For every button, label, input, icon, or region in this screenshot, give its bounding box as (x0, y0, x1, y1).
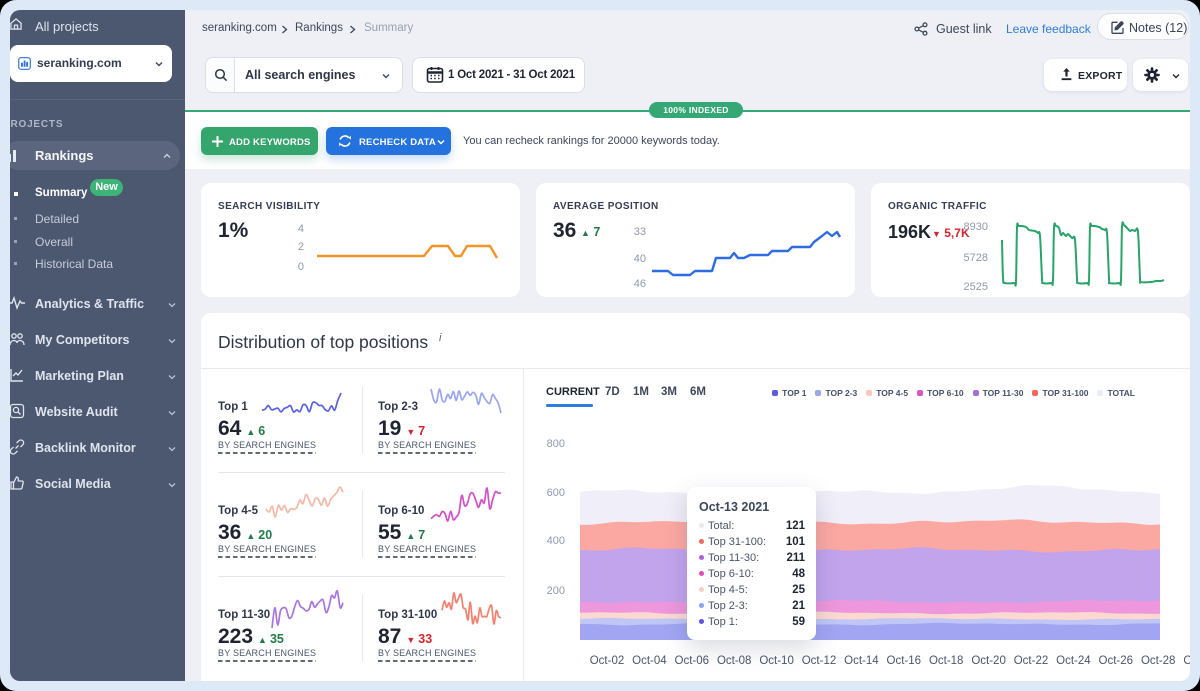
svg-text:4: 4 (298, 223, 304, 235)
svg-text:40: 40 (634, 253, 646, 265)
svg-text:0: 0 (298, 261, 304, 273)
svg-text:5728: 5728 (964, 252, 988, 264)
svg-text:Oct-10: Oct-10 (759, 655, 794, 667)
svg-text:Oct-16: Oct-16 (887, 655, 922, 667)
svg-text:Oct-02: Oct-02 (590, 655, 625, 667)
svg-text:2: 2 (298, 241, 304, 253)
svg-text:Oct-20: Oct-20 (971, 655, 1006, 667)
svg-text:400: 400 (547, 535, 565, 547)
svg-text:2525: 2525 (964, 281, 988, 293)
svg-text:Oct-22: Oct-22 (1014, 655, 1049, 667)
svg-text:Oct-06: Oct-06 (675, 655, 710, 667)
svg-text:Oct-28: Oct-28 (1141, 655, 1176, 667)
svg-text:Oct-24: Oct-24 (1056, 655, 1091, 667)
svg-text:600: 600 (547, 487, 565, 499)
svg-text:33: 33 (634, 226, 646, 238)
svg-text:Oct-18: Oct-18 (929, 655, 964, 667)
svg-text:Oct-08: Oct-08 (717, 655, 752, 667)
svg-text:Oct-14: Oct-14 (844, 655, 879, 667)
svg-text:Oct-12: Oct-12 (802, 655, 837, 667)
svg-text:8930: 8930 (964, 221, 988, 233)
svg-text:200: 200 (547, 585, 565, 597)
svg-text:800: 800 (547, 438, 565, 450)
svg-text:Oct-30: Oct-30 (1183, 655, 1190, 667)
svg-text:46: 46 (634, 278, 646, 290)
svg-text:Oct-04: Oct-04 (632, 655, 667, 667)
svg-text:Oct-26: Oct-26 (1099, 655, 1134, 667)
